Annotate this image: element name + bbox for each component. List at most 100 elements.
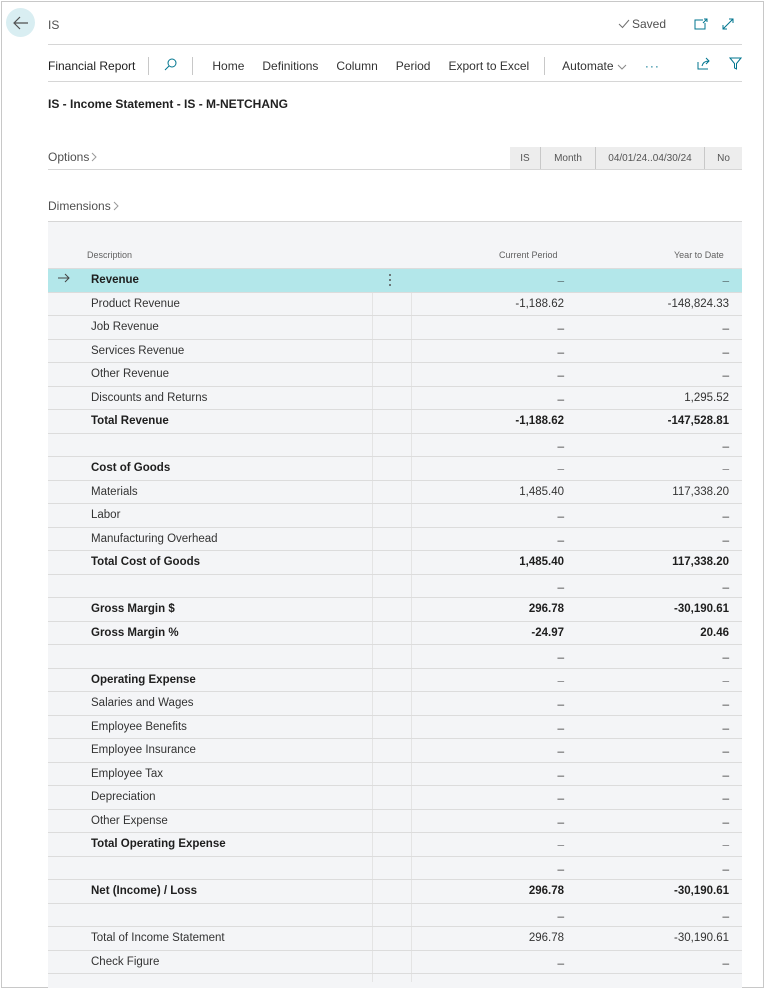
row-year-to-date[interactable]: _	[723, 812, 729, 824]
row-current-period[interactable]: _	[558, 342, 564, 354]
row-year-to-date[interactable]: _	[723, 459, 729, 471]
table-row[interactable]: Other Revenue _ _	[48, 363, 742, 387]
row-year-to-date[interactable]: -30,190.61	[674, 885, 729, 897]
row-year-to-date[interactable]: 1,295.52	[684, 392, 729, 404]
table-row[interactable]: Manufacturing Overhead _ _	[48, 528, 742, 551]
table-row[interactable]: Employee Insurance _ _	[48, 739, 742, 763]
row-current-period[interactable]: _	[558, 953, 564, 965]
table-row[interactable]: Gross Margin $ 296.78 -30,190.61	[48, 598, 742, 622]
row-year-to-date[interactable]: _	[723, 953, 729, 965]
row-year-to-date[interactable]: _	[723, 835, 729, 847]
row-year-to-date[interactable]: _	[723, 271, 729, 283]
options-toggle[interactable]: Options	[48, 150, 98, 164]
table-row[interactable]: Employee Benefits _ _	[48, 716, 742, 739]
row-year-to-date[interactable]: _	[723, 671, 729, 683]
row-current-period[interactable]: _	[558, 389, 564, 401]
dimensions-toggle[interactable]: Dimensions	[48, 199, 119, 213]
row-current-period[interactable]: _	[558, 906, 564, 918]
menu-column[interactable]: Column	[327, 59, 386, 73]
menu-automate[interactable]: Automate	[553, 59, 636, 73]
column-header-current-period[interactable]: Current Period	[499, 250, 558, 260]
table-row[interactable]: Employee Tax _ _	[48, 763, 742, 786]
table-row[interactable]: _ _	[48, 434, 742, 457]
menu-export-to-excel[interactable]: Export to Excel	[439, 59, 538, 73]
table-row[interactable]: Product Revenue -1,188.62 -148,824.33	[48, 293, 742, 316]
row-current-period[interactable]: _	[558, 765, 564, 777]
row-current-period[interactable]: _	[558, 530, 564, 542]
row-current-period[interactable]: _	[558, 718, 564, 730]
row-year-to-date[interactable]: _	[723, 906, 729, 918]
row-year-to-date[interactable]: _	[723, 694, 729, 706]
row-year-to-date[interactable]: _	[723, 718, 729, 730]
table-row[interactable]: Depreciation _ _	[48, 786, 742, 810]
row-actions-icon[interactable]	[388, 273, 392, 290]
row-year-to-date[interactable]: _	[723, 765, 729, 777]
table-row[interactable]: Operating Expense _ _	[48, 669, 742, 692]
row-year-to-date[interactable]: -30,190.61	[674, 932, 729, 944]
table-row[interactable]: Check Figure _ _	[48, 951, 742, 974]
table-row[interactable]: Labor _ _	[48, 504, 742, 528]
table-row[interactable]: Total Revenue -1,188.62 -147,528.81	[48, 410, 742, 434]
row-year-to-date[interactable]: _	[723, 342, 729, 354]
menu-period[interactable]: Period	[387, 59, 440, 73]
table-row[interactable]: Discounts and Returns _ 1,295.52	[48, 387, 742, 410]
share-button[interactable]	[697, 57, 711, 73]
table-row[interactable]: Cost of Goods _ _	[48, 457, 742, 481]
row-year-to-date[interactable]: _	[723, 318, 729, 330]
table-row[interactable]: Services Revenue _ _	[48, 340, 742, 363]
row-year-to-date[interactable]: _	[723, 859, 729, 871]
table-row[interactable]: Other Expense _ _	[48, 810, 742, 833]
table-row[interactable]: Job Revenue _ _	[48, 316, 742, 340]
menu-definitions[interactable]: Definitions	[253, 59, 327, 73]
row-current-period[interactable]: 296.78	[529, 603, 564, 615]
row-current-period[interactable]: _	[558, 671, 564, 683]
row-current-period[interactable]: _	[558, 459, 564, 471]
table-row[interactable]: _ _	[48, 575, 742, 598]
row-year-to-date[interactable]: _	[723, 577, 729, 589]
row-year-to-date[interactable]: _	[723, 365, 729, 377]
more-options-button[interactable]: ···	[636, 59, 669, 73]
row-year-to-date[interactable]: _	[723, 506, 729, 518]
row-year-to-date[interactable]: -30,190.61	[674, 603, 729, 615]
table-row[interactable]: _ _	[48, 857, 742, 880]
row-year-to-date[interactable]: 20.46	[700, 627, 729, 639]
row-current-period[interactable]: _	[558, 506, 564, 518]
row-current-period[interactable]: _	[558, 647, 564, 659]
row-current-period[interactable]: _	[558, 812, 564, 824]
column-header-description[interactable]: Description	[87, 250, 132, 260]
row-current-period[interactable]: 296.78	[529, 885, 564, 897]
row-current-period[interactable]: _	[558, 694, 564, 706]
table-row[interactable]: Revenue _ _	[48, 269, 742, 293]
row-year-to-date[interactable]: 117,338.20	[672, 556, 729, 568]
back-button[interactable]	[6, 8, 35, 37]
table-row[interactable]: _ _	[48, 904, 742, 927]
row-current-period[interactable]: 1,485.40	[519, 486, 564, 498]
row-current-period[interactable]: _	[558, 365, 564, 377]
row-current-period[interactable]: _	[558, 859, 564, 871]
row-current-period[interactable]: _	[558, 271, 564, 283]
row-current-period[interactable]: _	[558, 436, 564, 448]
table-row[interactable]: Total Cost of Goods 1,485.40 117,338.20	[48, 551, 742, 575]
filter-button[interactable]	[728, 57, 743, 73]
row-year-to-date[interactable]: _	[723, 788, 729, 800]
row-current-period[interactable]: _	[558, 577, 564, 589]
row-year-to-date[interactable]: -147,528.81	[668, 415, 729, 427]
row-current-period[interactable]: _	[558, 318, 564, 330]
row-year-to-date[interactable]: _	[723, 647, 729, 659]
row-current-period[interactable]: 1,485.40	[519, 556, 564, 568]
table-row[interactable]: Total Operating Expense _ _	[48, 833, 742, 857]
table-row[interactable]: Total of Income Statement 296.78 -30,190.6…	[48, 927, 742, 951]
row-year-to-date[interactable]: -148,824.33	[668, 298, 729, 310]
row-year-to-date[interactable]: _	[723, 436, 729, 448]
table-row[interactable]: Materials 1,485.40 117,338.20	[48, 481, 742, 504]
row-current-period[interactable]: _	[558, 741, 564, 753]
menu-home[interactable]: Home	[196, 59, 253, 73]
table-row[interactable]: Salaries and Wages _ _	[48, 692, 742, 716]
search-button[interactable]	[152, 58, 189, 74]
row-current-period[interactable]: _	[558, 788, 564, 800]
row-current-period[interactable]: -1,188.62	[515, 298, 564, 310]
table-row[interactable]: _ _	[48, 645, 742, 669]
row-year-to-date[interactable]: 117,338.20	[672, 486, 729, 498]
row-current-period[interactable]: -24.97	[531, 627, 564, 639]
table-row[interactable]: Gross Margin % -24.97 20.46	[48, 622, 742, 645]
